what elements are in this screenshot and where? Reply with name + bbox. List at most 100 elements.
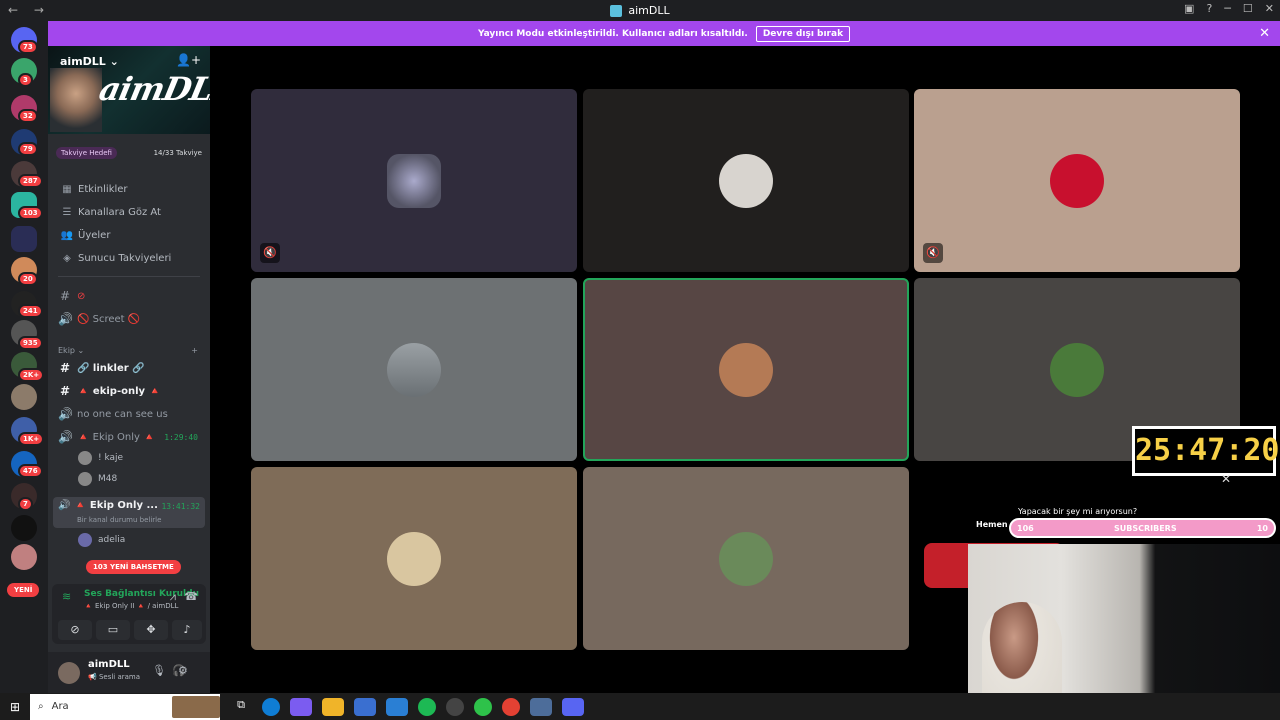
guild-badge: 79	[18, 142, 38, 156]
razer-icon[interactable]	[474, 697, 492, 716]
microphone-icon[interactable]: 🎙	[152, 664, 166, 677]
avatar	[1050, 153, 1104, 208]
window-title: aimDLL	[628, 4, 670, 17]
voice-channel-selected[interactable]: 🔊 🔺 Ekip Only ... 13:41:32 Bir kanal dur…	[53, 497, 205, 528]
mail-icon[interactable]	[386, 697, 408, 716]
sub-label: SUBSCRIBERS	[1113, 523, 1177, 533]
subscriber-goal-bar: 106 SUBSCRIBERS 10	[1009, 518, 1276, 538]
banner-art-text: aimDLL	[95, 70, 210, 108]
obs-icon[interactable]	[446, 697, 464, 716]
invite-people-icon[interactable]: 👤+	[176, 53, 201, 67]
banner-message: Yayıncı Modu etkinleştirildi. Kullanıcı …	[477, 28, 748, 39]
server-banner[interactable]: aimDLL aimDLL ⌄ 👤+	[48, 46, 210, 134]
menu-server-boosts[interactable]: ◈ Sunucu Takviyeleri	[60, 249, 171, 267]
browse-icon: ☰	[62, 206, 72, 218]
channel-status: Bir kanal durumu belirle	[77, 516, 162, 524]
avatar	[78, 533, 92, 547]
copilot-icon[interactable]	[290, 697, 312, 716]
back-forward-icon[interactable]: ← →	[8, 3, 50, 17]
guild-icon[interactable]	[11, 384, 37, 410]
avatar	[78, 472, 92, 486]
blocked-icon: ⊘	[77, 290, 86, 302]
boost-icon: ◈	[63, 252, 71, 264]
channel-hidden[interactable]: # ⊘	[58, 287, 204, 305]
folder-icon[interactable]	[11, 226, 37, 252]
app-icon[interactable]	[530, 697, 552, 716]
windows-start-icon[interactable]: ⊞	[0, 700, 30, 714]
members-icon: 👥	[60, 229, 74, 241]
menu-browse-channels[interactable]: ☰ Kanallara Göz At	[60, 203, 161, 221]
avatar[interactable]	[58, 662, 80, 684]
camera-off-button[interactable]: ⊘	[58, 620, 92, 640]
calendar-icon: ▦	[62, 183, 72, 195]
speaker-icon: 🔊	[58, 430, 73, 444]
guild-badge: 1K+	[18, 432, 45, 446]
task-view-icon[interactable]: ⧉	[230, 698, 252, 716]
video-tile[interactable]	[251, 467, 577, 650]
menu-members[interactable]: 👥 Üyeler	[60, 226, 111, 244]
streamer-mode-banner: Yayıncı Modu etkinleştirildi. Kullanıcı …	[48, 21, 1280, 46]
voice-status-channel[interactable]: 🔺 Ekip Only II 🔺 / aimDLL	[84, 602, 178, 610]
soundboard-button[interactable]: ♪	[172, 620, 202, 640]
store-icon[interactable]	[354, 697, 376, 716]
inbox-icon[interactable]: ▣	[1184, 2, 1194, 15]
search-highlight-image	[172, 695, 220, 718]
muted-icon: 🔇	[923, 243, 943, 263]
video-tile[interactable]	[251, 278, 577, 461]
activities-button[interactable]: ✥	[134, 620, 168, 640]
voice-channel-ekip-only[interactable]: 🔊 🔺 Ekip Only 🔺 1:29:40	[58, 428, 204, 446]
taskbar-search[interactable]: ⌕ Ara	[30, 693, 220, 720]
video-tile[interactable]	[583, 467, 909, 650]
new-mentions-pill[interactable]: 103 YENİ BAHSETME	[86, 560, 181, 574]
chrome-icon[interactable]	[502, 697, 520, 716]
screen-share-button[interactable]: ▭	[96, 620, 130, 640]
close-icon[interactable]: ✕	[1221, 472, 1231, 486]
voice-user[interactable]: M48	[78, 470, 117, 488]
video-tile[interactable]	[583, 89, 909, 272]
video-tile[interactable]: 🔇	[251, 89, 577, 272]
video-tile-speaking[interactable]	[583, 278, 909, 461]
guild-badge: 287	[18, 174, 43, 188]
divider	[58, 276, 200, 277]
maximize-button[interactable]: ☐	[1243, 2, 1253, 15]
account-name[interactable]: aimDLL	[88, 659, 130, 670]
guild-badge: 32	[18, 109, 38, 123]
disable-streamer-mode-button[interactable]: Devre dışı bırak	[755, 25, 851, 42]
category-ekip[interactable]: Ekip ⌄ +	[58, 341, 204, 359]
voice-user[interactable]: adelia	[78, 531, 125, 549]
taskbar: ⊞ ⌕ Ara ⧉	[0, 693, 1280, 720]
menu-events[interactable]: ▦ Etkinlikler	[60, 180, 127, 198]
close-window-button[interactable]: ✕	[1265, 2, 1274, 15]
avatar	[387, 153, 441, 208]
avatar	[387, 531, 441, 586]
voice-user[interactable]: ! kaje	[78, 449, 123, 467]
speaker-icon: 🔊	[58, 312, 73, 326]
hash-icon: #	[59, 361, 71, 375]
minimize-button[interactable]: ─	[1224, 2, 1231, 15]
guild-badge: 7	[18, 497, 33, 511]
file-explorer-icon[interactable]	[322, 697, 344, 716]
voice-status-title: Ses Bağlantısı Kuruldu	[84, 589, 199, 599]
discord-icon[interactable]	[562, 697, 584, 716]
channel-screet[interactable]: 🔊 🚫 Screet 🚫	[58, 310, 204, 328]
guild-icon[interactable]	[11, 544, 37, 570]
server-name[interactable]: aimDLL ⌄	[60, 55, 119, 68]
avatar	[78, 451, 92, 465]
app-logo-icon	[610, 4, 623, 17]
channel-ekip-only[interactable]: # 🔺 ekip-only 🔺	[58, 382, 204, 400]
boost-goal[interactable]: Takviye Hedefi 14/33 Takviye	[56, 146, 202, 160]
new-guilds-pill[interactable]: YENİ	[7, 583, 40, 597]
disconnect-icon[interactable]: ☎	[184, 590, 198, 603]
guild-icon[interactable]	[11, 515, 37, 541]
account-panel: aimDLL 📢 Sesli arama 🎙 🎧 ⚙	[48, 652, 210, 693]
video-tile[interactable]: 🔇	[914, 89, 1240, 272]
gear-icon[interactable]: ⚙	[178, 664, 188, 677]
noise-suppression-icon[interactable]: ⩘	[170, 590, 176, 604]
avatar	[719, 153, 773, 208]
channel-no-one[interactable]: 🔊 no one can see us	[58, 405, 204, 423]
help-icon[interactable]: ?	[1206, 2, 1212, 15]
spotify-icon[interactable]	[418, 697, 436, 716]
close-icon[interactable]: ✕	[1259, 26, 1270, 41]
edge-icon[interactable]	[262, 697, 280, 716]
channel-linkler[interactable]: # 🔗 linkler 🔗	[58, 359, 204, 377]
